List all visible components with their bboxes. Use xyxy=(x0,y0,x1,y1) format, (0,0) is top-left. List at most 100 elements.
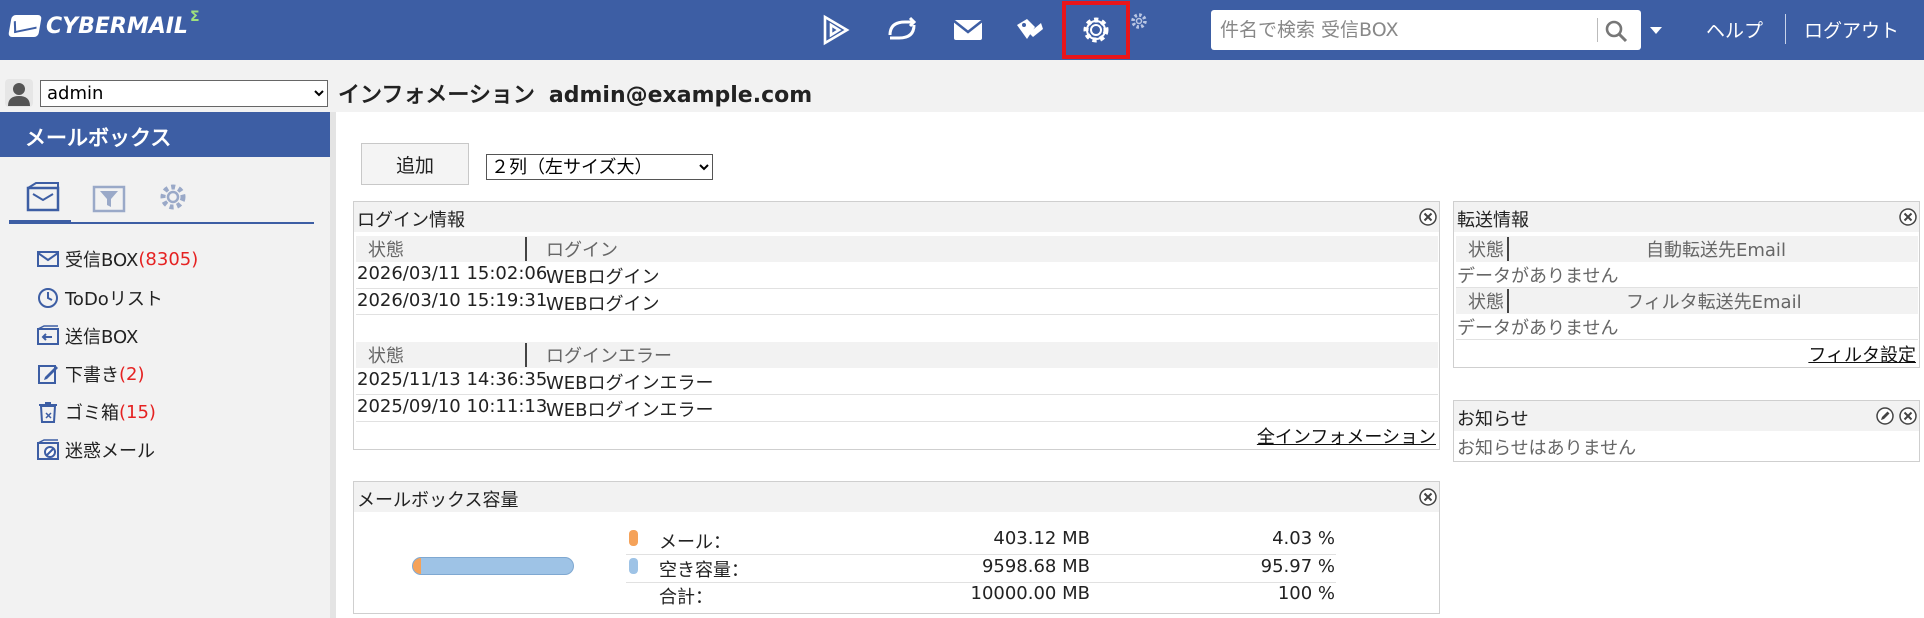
spam-icon xyxy=(37,439,59,460)
quota-size-total: 10000.00 MB xyxy=(970,583,1091,604)
search-input[interactable] xyxy=(1211,10,1597,50)
page-title: インフォメーション admin@example.com xyxy=(338,77,812,109)
folder-spam[interactable]: 迷惑メール xyxy=(36,437,155,463)
search-icon[interactable] xyxy=(1603,18,1631,44)
quota-usage-fill xyxy=(413,558,421,574)
all-information-link[interactable]: 全インフォメーション xyxy=(1257,423,1436,449)
login-date: 2026/03/10 15:19:31 xyxy=(357,290,548,311)
column-separator[interactable] xyxy=(1507,289,1509,313)
folder-label: ゴミ箱 xyxy=(65,403,119,424)
sync-icon[interactable] xyxy=(877,6,927,54)
mailbox-tab-icon[interactable] xyxy=(24,180,62,214)
filter-settings-link[interactable]: フィルタ設定 xyxy=(1808,341,1916,367)
logo-sigma: Σ xyxy=(189,9,200,25)
col-status: 状態 xyxy=(368,346,404,367)
panel-title: 転送情報 xyxy=(1454,202,1919,232)
col-status: 状態 xyxy=(1468,240,1504,261)
col-filter-forward-email: フィルタ転送先Email xyxy=(1626,292,1802,313)
tag-icon[interactable] xyxy=(1005,6,1055,54)
col-login-error: ログインエラー xyxy=(546,346,672,367)
column-separator[interactable] xyxy=(1507,237,1509,261)
mail-icon[interactable] xyxy=(943,6,993,54)
outbox-icon xyxy=(37,325,59,345)
clock-icon xyxy=(38,288,58,308)
logout-link[interactable]: ログアウト xyxy=(1804,16,1899,43)
quota-pct-free: 95.97 % xyxy=(1260,556,1335,577)
user-select[interactable]: admin xyxy=(40,80,328,107)
login-info-panel: ログイン情報 状態 ログイン 2026/03/11 15:02:06 WEBログ… xyxy=(353,201,1440,450)
folder-label: 送信BOX xyxy=(65,327,139,348)
folder-label: 下書き xyxy=(65,365,119,386)
page-title-email: admin@example.com xyxy=(548,83,813,108)
col-auto-forward-email: 自動転送先Email xyxy=(1646,240,1786,261)
toplink-divider xyxy=(1785,14,1786,44)
logo-text: CYBERMAIL xyxy=(46,13,188,39)
close-icon[interactable] xyxy=(1418,487,1438,507)
folder-inbox[interactable]: 受信BOX (8305) xyxy=(36,246,198,272)
quota-label-free: 空き容量： xyxy=(659,560,749,581)
login-type: WEBログイン xyxy=(546,267,660,288)
draft-icon xyxy=(38,365,58,384)
close-icon[interactable] xyxy=(1898,207,1918,227)
login-date: 2026/03/11 15:02:06 xyxy=(357,263,548,284)
page-title-text: インフォメーション xyxy=(338,83,535,108)
portal-icon[interactable] xyxy=(811,6,861,54)
search-dropdown-icon[interactable] xyxy=(1650,27,1662,34)
panel-title: ログイン情報 xyxy=(354,202,1439,232)
search-divider xyxy=(1597,18,1598,42)
panel-title: お知らせ xyxy=(1454,401,1919,431)
user-avatar-icon xyxy=(5,79,33,107)
forward-info-panel: 転送情報 状態 自動転送先Email データがありません 状態 フィルタ転送先E… xyxy=(1453,201,1920,368)
search-box xyxy=(1211,10,1641,50)
quota-label-mail: メール： xyxy=(659,532,731,553)
close-icon[interactable] xyxy=(1898,406,1918,426)
cybermail-logo[interactable]: CYBERMAIL Σ xyxy=(8,9,200,40)
notice-panel: お知らせ お知らせはありません xyxy=(1453,400,1920,462)
folder-drafts[interactable]: 下書き (2) xyxy=(36,361,145,387)
help-link[interactable]: ヘルプ xyxy=(1706,16,1763,43)
row-divider xyxy=(356,314,1438,315)
column-separator[interactable] xyxy=(525,237,527,261)
settings-tab-icon[interactable] xyxy=(154,180,192,214)
folder-todo[interactable]: ToDoリスト xyxy=(36,285,163,311)
folder-label: 迷惑メール xyxy=(65,441,155,462)
no-data-text: データがありません xyxy=(1457,318,1619,339)
row-divider xyxy=(1456,339,1918,340)
quota-size-free: 9598.68 MB xyxy=(981,556,1090,577)
col-status: 状態 xyxy=(368,240,404,261)
layout-select[interactable]: ２列（左サイズ大） xyxy=(486,154,713,180)
mailbox-quota-panel: メールボックス容量 メール： 403.12 MB 4.03 % 空き容量： 95… xyxy=(353,481,1440,614)
mailbox-header: メールボックス xyxy=(0,112,330,157)
mail-legend-dot xyxy=(629,530,638,546)
logo-envelope-icon xyxy=(8,15,42,37)
quota-label-total: 合計： xyxy=(659,587,713,608)
quota-size-mail: 403.12 MB xyxy=(993,528,1090,549)
filter-tab-icon[interactable] xyxy=(90,180,128,214)
panel-title: メールボックス容量 xyxy=(354,482,1439,512)
sidebar-tab-active-indicator xyxy=(9,220,71,224)
folder-trash[interactable]: ゴミ箱 (15) xyxy=(36,399,156,425)
settings-gear-icon[interactable] xyxy=(1062,1,1130,59)
error-type: WEBログインエラー xyxy=(546,400,714,421)
folder-label: ToDoリスト xyxy=(65,289,163,310)
login-type: WEBログイン xyxy=(546,294,660,315)
error-date: 2025/11/13 14:36:35 xyxy=(357,369,548,390)
folder-outbox[interactable]: 送信BOX xyxy=(36,323,138,349)
folder-label: 受信BOX xyxy=(65,250,139,271)
small-gear-icon[interactable] xyxy=(1128,10,1150,32)
free-legend-dot xyxy=(629,558,638,574)
row-divider xyxy=(356,421,1438,422)
row-divider xyxy=(626,554,1336,555)
row-divider xyxy=(356,394,1438,395)
error-table-header xyxy=(356,342,1438,368)
row-divider xyxy=(356,288,1438,289)
inbox-icon xyxy=(37,251,59,267)
close-icon[interactable] xyxy=(1418,207,1438,227)
col-login: ログイン xyxy=(546,240,618,261)
quota-usage-bar xyxy=(412,557,574,575)
edit-icon[interactable] xyxy=(1875,406,1895,426)
column-separator[interactable] xyxy=(525,343,527,367)
top-bar: CYBERMAIL Σ ヘルプ ログアウト xyxy=(0,0,1924,60)
add-button[interactable]: 追加 xyxy=(361,143,469,185)
quota-pct-total: 100 % xyxy=(1277,583,1335,604)
